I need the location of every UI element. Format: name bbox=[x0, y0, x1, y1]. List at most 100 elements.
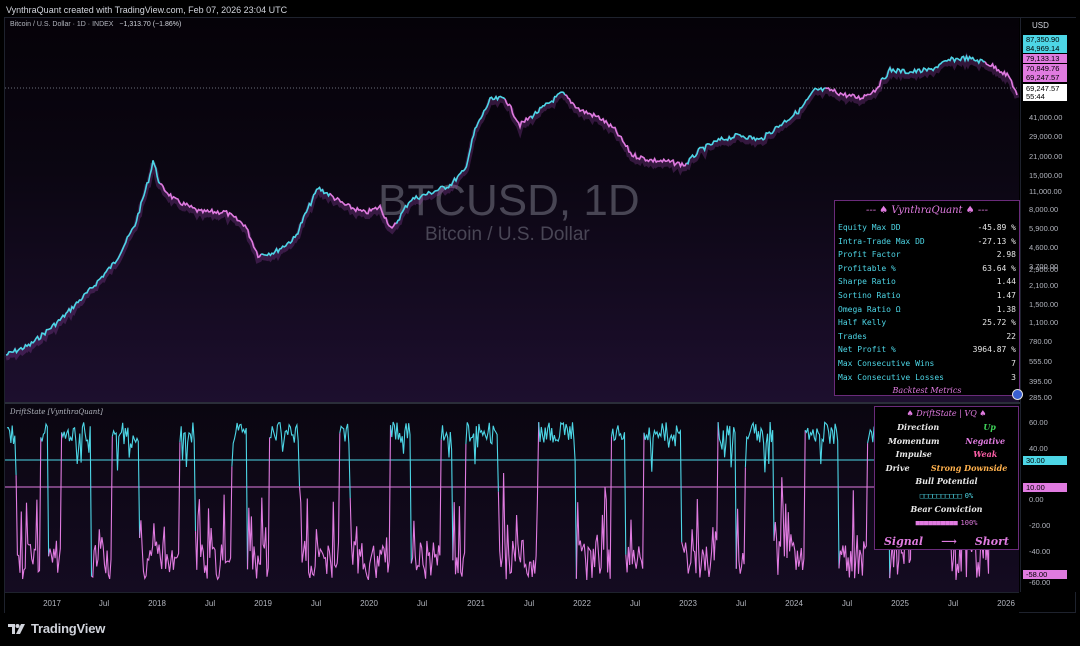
oscillator-segment bbox=[717, 422, 737, 569]
metric-row: Omega Ratio Ω 1.38 bbox=[835, 303, 1019, 317]
oscillator-segment bbox=[610, 425, 627, 555]
backtest-table-footer: Backtest Metrics bbox=[892, 386, 962, 396]
time-axis-label: 2024 bbox=[785, 599, 803, 608]
metric-row: Max Consecutive Wins 7 bbox=[835, 357, 1019, 371]
oscillator-segment bbox=[838, 443, 869, 579]
time-axis-label: 2025 bbox=[891, 599, 909, 608]
oscillator-segment bbox=[6, 425, 17, 476]
time-axis-label: 2021 bbox=[467, 599, 485, 608]
backtest-metrics-table: --- ♠ VynthraQuant ♠ --- Equity Max DD -4… bbox=[834, 200, 1020, 396]
time-axis-label: 2023 bbox=[679, 599, 697, 608]
indicator-axis-label: -40.00 bbox=[1029, 547, 1051, 556]
time-axis-label: Jul bbox=[416, 599, 428, 608]
price-axis-label: 8,000.00 bbox=[1029, 205, 1059, 214]
metric-value: 63.64 % bbox=[982, 263, 1016, 273]
oscillator-segment bbox=[40, 422, 50, 557]
oscillator-segment bbox=[269, 422, 301, 487]
tradingview-brand: TradingView bbox=[31, 621, 106, 636]
price-axis-label: 285.00 bbox=[1029, 393, 1052, 402]
metric-row: Sharpe Ratio 1.44 bbox=[835, 275, 1019, 289]
metric-value: 3964.87 % bbox=[972, 345, 1016, 355]
oscillator-segment bbox=[497, 422, 540, 580]
metric-row: Max Consecutive Losses 3 bbox=[835, 371, 1019, 385]
metric-row: Trades 22 bbox=[835, 330, 1019, 344]
oscillator-segment bbox=[349, 425, 392, 581]
symbol-legend[interactable]: Bitcoin / U.S. Dollar · 1D · INDEX −1,31… bbox=[10, 21, 181, 28]
metric-label: Half Kelly bbox=[838, 318, 887, 328]
price-axis-label: 1,500.00 bbox=[1029, 300, 1059, 309]
price-axis-label: 5,900.00 bbox=[1029, 224, 1059, 233]
oscillator-segment bbox=[538, 421, 577, 579]
metric-label: Intra-Trade Max DD bbox=[838, 236, 925, 246]
oscillator-segment bbox=[575, 436, 613, 581]
currency-label[interactable]: USD bbox=[1032, 21, 1049, 30]
bull-potential-value: 0% bbox=[964, 491, 974, 500]
metric-label: Sortino Ratio bbox=[838, 290, 901, 300]
price-axis-label: 395.00 bbox=[1029, 377, 1052, 386]
indicator-axis-label: 40.00 bbox=[1029, 444, 1048, 453]
oscillator-segment bbox=[111, 422, 141, 538]
oscillator-segment bbox=[389, 421, 412, 564]
oscillator-segment bbox=[194, 466, 233, 581]
price-axis-label: 780.00 bbox=[1029, 337, 1052, 346]
price-series-segment bbox=[564, 94, 688, 169]
metric-value: 25.72 % bbox=[982, 318, 1016, 328]
price-axis-tag: 69,247.57 bbox=[1023, 73, 1067, 82]
oscillator-segment bbox=[179, 422, 197, 532]
driftstate-title: ♠ DriftState | VQ ♠ bbox=[906, 409, 987, 418]
price-axis-label: 2,100.00 bbox=[1029, 281, 1059, 290]
time-axis-label: Jul bbox=[523, 599, 535, 608]
time-axis-label: Jul bbox=[735, 599, 747, 608]
metric-value: -27.13 % bbox=[977, 236, 1016, 246]
metric-value: 1.44 bbox=[996, 277, 1016, 287]
driftstate-panel: ♠ DriftState | VQ ♠ Direction Up Momentu… bbox=[874, 406, 1019, 550]
metric-label: Max Consecutive Wins bbox=[838, 358, 935, 368]
oscillator-segment bbox=[298, 433, 341, 579]
time-axis-label: 2018 bbox=[148, 599, 166, 608]
oscillator-segment bbox=[625, 432, 645, 573]
indicator-axis-label: 0.00 bbox=[1029, 495, 1044, 504]
metric-label: Trades bbox=[838, 331, 867, 341]
tradingview-footer[interactable]: TradingView bbox=[8, 621, 105, 636]
oscillator-segment bbox=[48, 432, 63, 573]
drive-label: Drive bbox=[885, 462, 910, 473]
direction-value: Up bbox=[983, 422, 996, 432]
metric-value: 1.38 bbox=[996, 304, 1016, 314]
oscillator-segment bbox=[681, 422, 719, 578]
price-axis-label: 15,000.00 bbox=[1029, 171, 1063, 180]
time-axis-label: 2022 bbox=[573, 599, 591, 608]
price-series-segment bbox=[159, 183, 262, 259]
drive-value: Strong Downside bbox=[930, 462, 1008, 473]
oscillator-segment bbox=[139, 442, 181, 580]
tradingview-logo-icon bbox=[8, 623, 25, 634]
oscillator-segment bbox=[735, 467, 746, 574]
price-axis-label: 555.00 bbox=[1029, 357, 1052, 366]
price-axis-tag: 87,350.90 bbox=[1023, 35, 1067, 44]
price-axis-tag: 79,133.13 bbox=[1023, 54, 1067, 63]
price-axis-label: 1,100.00 bbox=[1029, 318, 1059, 327]
price-change: −1,313.70 (−1.86%) bbox=[119, 21, 182, 28]
oscillator-segment bbox=[804, 421, 840, 569]
indicator-axis-label: -60.00 bbox=[1029, 578, 1051, 587]
time-axis-label: Jul bbox=[947, 599, 959, 608]
price-axis-tag: 70,849.76 bbox=[1023, 64, 1067, 73]
metric-value: 3 bbox=[1011, 372, 1016, 382]
indicator-axis-tag: 30.00 bbox=[1023, 456, 1067, 465]
price-axis-tag: 84,969.14 bbox=[1023, 44, 1067, 53]
momentum-value: Negative bbox=[965, 435, 1006, 446]
metric-label: Profit Factor bbox=[838, 250, 901, 260]
metric-row: Equity Max DD -45.89 % bbox=[835, 221, 1019, 235]
indicator-legend[interactable]: DriftState [VynthraQuant] bbox=[10, 408, 103, 416]
metric-row: Half Kelly 25.72 % bbox=[835, 316, 1019, 330]
momentum-label: Momentum bbox=[887, 435, 940, 446]
metric-row: Sortino Ratio 1.47 bbox=[835, 289, 1019, 303]
time-axis-label: 2019 bbox=[254, 599, 272, 608]
metric-value: 7 bbox=[1011, 358, 1016, 368]
metric-label: Omega Ratio Ω bbox=[838, 304, 901, 314]
oscillator-segment bbox=[465, 422, 499, 492]
time-axis-label: 2020 bbox=[360, 599, 378, 608]
scroll-to-realtime-icon[interactable] bbox=[1012, 389, 1023, 400]
bull-potential-bar: □□□□□□□□□□ bbox=[919, 491, 962, 500]
oscillator-segment bbox=[246, 437, 271, 579]
signal-value: Short bbox=[974, 534, 1009, 548]
